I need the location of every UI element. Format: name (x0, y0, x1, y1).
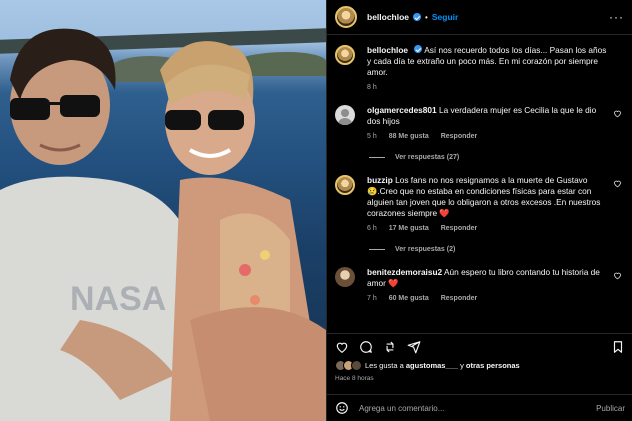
action-bar (335, 336, 625, 358)
comments-list: bellochloe Así nos recuerdo todos los dí… (327, 35, 632, 302)
view-replies-label: Ver respuestas (27) (395, 154, 460, 161)
liker-avatars[interactable] (335, 360, 362, 371)
likes-prefix: Les gusta a (365, 361, 404, 370)
post-header: bellochloe • Seguir ··· (327, 0, 632, 35)
caption: bellochloe Así nos recuerdo todos los dí… (335, 45, 624, 91)
comment-time[interactable]: 5 h (367, 133, 377, 140)
comment-time[interactable]: 7 h (367, 295, 377, 302)
user-avatar[interactable] (335, 267, 355, 287)
reply-button[interactable]: Responder (441, 225, 478, 232)
replies-line (369, 249, 385, 250)
comment-likes[interactable]: 60 Me gusta (389, 295, 429, 302)
comment-likes[interactable]: 17 Me gusta (389, 225, 429, 232)
woman-figure (160, 41, 326, 421)
send-icon[interactable] (407, 340, 421, 354)
post-view: NASA bellochloe • Seguir ··· bellochloe … (0, 0, 632, 421)
post-actions: Les gusta a agustomas___ y otras persona… (327, 333, 632, 382)
publish-button[interactable]: Publicar (596, 404, 625, 413)
post-photo[interactable]: NASA (0, 0, 326, 421)
author-avatar[interactable] (335, 6, 357, 28)
caption-username[interactable]: bellochloe (367, 45, 408, 55)
comment-icon[interactable] (359, 340, 373, 354)
view-replies-button[interactable]: Ver respuestas (2) (369, 246, 624, 253)
bookmark-icon[interactable] (611, 340, 625, 354)
author-avatar[interactable] (335, 45, 355, 65)
emoji-icon[interactable] (335, 401, 349, 415)
reply-button[interactable]: Responder (441, 133, 478, 140)
heart-icon[interactable] (613, 109, 622, 118)
more-icon[interactable]: ··· (609, 10, 624, 24)
reply-button[interactable]: Responder (441, 295, 478, 302)
heart-icon[interactable] (335, 340, 349, 354)
view-replies-button[interactable]: Ver respuestas (27) (369, 154, 624, 161)
comment-username[interactable]: olgamercedes801 (367, 105, 437, 115)
verified-icon (413, 13, 422, 21)
comment-likes[interactable]: 88 Me gusta (389, 133, 429, 140)
follow-button[interactable]: Seguir (432, 12, 458, 22)
likes-others[interactable]: otras personas (466, 361, 520, 370)
comment-time[interactable]: 6 h (367, 225, 377, 232)
comment-composer: Publicar (327, 394, 632, 421)
comment-username[interactable]: buzzip (367, 175, 393, 185)
likes-connector: y (460, 361, 464, 370)
user-avatar[interactable] (335, 105, 355, 125)
author-username[interactable]: bellochloe (367, 12, 409, 22)
user-avatar[interactable] (335, 175, 355, 195)
separator-dot: • (425, 12, 428, 22)
verified-icon (414, 45, 423, 53)
view-replies-label: Ver respuestas (2) (395, 246, 456, 253)
comment-item: olgamercedes801 La verdadera mujer es Ce… (335, 105, 624, 140)
heart-icon[interactable] (613, 179, 622, 188)
likes-user[interactable]: agustomas___ (406, 361, 458, 370)
likes-summary: Les gusta a agustomas___ y otras persona… (335, 360, 625, 371)
heart-icon[interactable] (613, 271, 622, 280)
post-timestamp[interactable]: Hace 8 horas (335, 375, 625, 382)
comment-username[interactable]: benitezdemoraisu2 (367, 267, 442, 277)
caption-time[interactable]: 8 h (367, 84, 377, 91)
comment-text: Los fans no nos resignamos a la muerte d… (367, 175, 601, 218)
comment-item: buzzip Los fans no nos resignamos a la m… (335, 175, 624, 232)
post-sidebar: bellochloe • Seguir ··· bellochloe Así n… (326, 0, 632, 421)
comment-item: benitezdemoraisu2 Aún espero tu libro co… (335, 267, 624, 302)
comment-input[interactable] (359, 403, 597, 413)
share-icon[interactable] (383, 340, 397, 354)
replies-line (369, 157, 385, 158)
